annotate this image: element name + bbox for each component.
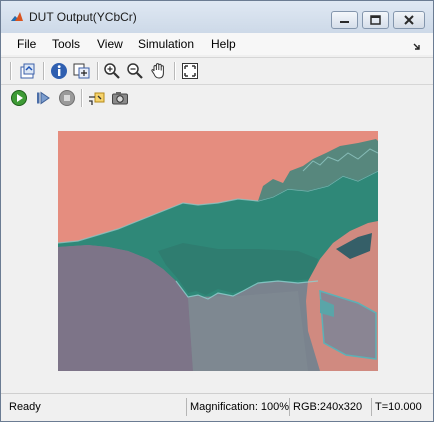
zoom-out-icon [127, 63, 143, 79]
close-button[interactable] [393, 11, 425, 29]
status-bar: Ready Magnification: 100% RGB:240x320 T=… [1, 393, 433, 421]
minimize-button[interactable] [331, 11, 358, 29]
matlab-app-icon [10, 10, 24, 24]
step-forward-button[interactable] [33, 88, 53, 108]
maximize-icon [370, 15, 381, 25]
status-time: T=10.000 [371, 398, 422, 416]
stop-icon [59, 90, 75, 106]
pan-hand-icon [151, 63, 164, 79]
toolbar-separator [81, 89, 82, 107]
print-to-figure-button[interactable] [18, 61, 38, 81]
close-icon [404, 15, 414, 25]
zoom-in-icon [104, 63, 120, 79]
zoom-out-button[interactable] [125, 61, 145, 81]
highlight-signal-icon [89, 92, 105, 105]
scope-window: DUT Output(YCbCr) File Tools View Simula… [0, 0, 434, 422]
zoom-in-button[interactable] [102, 61, 122, 81]
maintain-fit-icon [73, 63, 90, 79]
toolbar-separator [10, 62, 11, 80]
menu-bar: File Tools View Simulation Help [1, 33, 433, 55]
menu-help[interactable]: Help [211, 37, 236, 51]
toolbar-separator [174, 62, 175, 80]
status-magnification: Magnification: 100% [186, 398, 289, 416]
title-bar[interactable]: DUT Output(YCbCr) [1, 1, 433, 33]
menu-tools[interactable]: Tools [52, 37, 80, 51]
pan-button[interactable] [149, 61, 169, 81]
menu-file[interactable]: File [17, 37, 36, 51]
toolbar-simulation [1, 84, 433, 112]
highlight-signal-button[interactable] [87, 88, 107, 108]
menu-dock-arrow-icon[interactable] [413, 40, 421, 54]
print-to-figure-icon [20, 63, 35, 79]
toolbar-separator [97, 62, 98, 80]
window-title: DUT Output(YCbCr) [29, 10, 137, 24]
run-button[interactable] [9, 88, 29, 108]
stop-button[interactable] [57, 88, 77, 108]
info-button[interactable] [49, 61, 69, 81]
fit-to-view-button[interactable] [180, 61, 200, 81]
ycbcr-frame-render [58, 131, 378, 371]
maintain-fit-button[interactable] [72, 61, 92, 81]
status-rgb-size: RGB:240x320 [289, 398, 362, 416]
fit-to-view-icon [182, 63, 198, 79]
run-icon [11, 90, 27, 106]
video-frame-image[interactable] [58, 131, 378, 371]
status-ready: Ready [9, 401, 41, 413]
maximize-button[interactable] [362, 11, 389, 29]
minimize-icon [340, 21, 349, 23]
snapshot-button[interactable] [110, 88, 130, 108]
info-icon [51, 63, 67, 79]
step-forward-icon [37, 91, 50, 105]
display-area [1, 111, 433, 389]
toolbar-separator [43, 62, 44, 80]
snapshot-camera-icon [112, 92, 128, 105]
menu-simulation[interactable]: Simulation [138, 37, 194, 51]
menu-view[interactable]: View [97, 37, 123, 51]
toolbar-view [1, 57, 433, 84]
